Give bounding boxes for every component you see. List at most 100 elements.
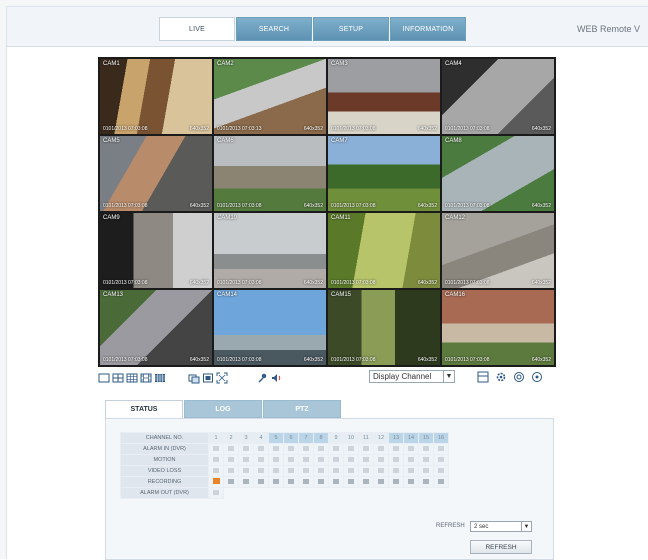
camera-tile[interactable]: CAM8 0101/2013 07:03:08 640x352 [442, 136, 554, 211]
nine-view-icon[interactable] [126, 372, 138, 384]
status-marker [438, 445, 444, 451]
status-cell [343, 454, 359, 466]
camera-name: CAM2 [217, 61, 234, 67]
camera-grid: CAM1 0101/2013 07:03:08 640x352 CAM2 0101/20… [98, 57, 556, 367]
camera-tile[interactable]: CAM4 0101/2013 07:03:08 640x352 [442, 59, 554, 134]
camera-tile[interactable]: CAM11 0101/2013 07:03:08 640x352 [328, 213, 440, 288]
camera-tile[interactable]: CAM12 0101/2013 07:03:08 640x352 [442, 213, 554, 288]
camera-tile[interactable]: CAM6 0101/2013 07:03:08 640x352 [214, 136, 326, 211]
camera-tile[interactable]: CAM2 0101/2013 07:03:13 640x352 [214, 59, 326, 134]
capture-icon[interactable] [188, 372, 200, 384]
status-marker [213, 489, 219, 495]
grid-icon[interactable] [477, 371, 489, 383]
camera-tile[interactable]: CAM1 0101/2013 07:03:08 640x352 [100, 59, 212, 134]
refresh-button[interactable]: REFRESH [470, 540, 532, 554]
status-marker [303, 445, 309, 451]
status-cell [418, 454, 434, 466]
camera-timestamp: 0101/2013 07:03:08 [445, 357, 490, 363]
status-marker [393, 445, 399, 451]
status-marker [423, 456, 429, 462]
camera-timestamp: 0101/2013 07:03:08 [445, 280, 490, 286]
status-marker [318, 456, 324, 462]
quad-view-icon[interactable] [112, 372, 124, 384]
status-cell [403, 443, 419, 455]
status-marker [348, 456, 354, 462]
channel-number: 2 [223, 432, 239, 444]
camera-resolution: 640x352 [531, 357, 551, 363]
tab-information[interactable]: INFORMATION [390, 17, 466, 41]
settings-icon[interactable] [495, 371, 507, 383]
status-cell [298, 454, 314, 466]
status-marker [243, 467, 249, 473]
audio-icon[interactable] [270, 372, 282, 384]
refresh-label: REFRESH [436, 523, 465, 529]
tab-search[interactable]: SEARCH [236, 17, 312, 41]
status-cell [253, 476, 269, 488]
status-marker [348, 478, 354, 484]
thirteen-view-icon[interactable] [140, 372, 152, 384]
status-cell [373, 476, 389, 488]
camera-tile[interactable]: CAM13 0101/2013 07:03:08 640x352 [100, 290, 212, 365]
status-marker [333, 456, 339, 462]
microphone-icon[interactable] [256, 372, 268, 384]
status-marker [378, 478, 384, 484]
status-marker [318, 445, 324, 451]
status-marker [363, 478, 369, 484]
status-marker [273, 456, 279, 462]
sixteen-view-icon[interactable] [154, 372, 166, 384]
status-marker [408, 456, 414, 462]
status-row-label: VIDEO LOSS [120, 465, 209, 477]
status-marker [258, 445, 264, 451]
recording-indicator [212, 478, 220, 484]
camera-timestamp: 0101/2013 07:03:13 [217, 126, 262, 132]
status-row-label: RECORDING [120, 476, 209, 488]
camera-resolution: 640x352 [531, 280, 551, 286]
status-marker [378, 445, 384, 451]
status-cell [283, 443, 299, 455]
tab-status[interactable]: STATUS [105, 400, 183, 418]
camera-tile[interactable]: CAM3 0101/2013 07:03:08 640x352 [328, 59, 440, 134]
status-table: CHANNEL NO. 1 2 3 4 5 6 7 8 9 10 11 12 13 14 15 16 ALARM … [120, 432, 449, 499]
camera-tile[interactable]: CAM15 0101/2013 07:03:08 640x352 [328, 290, 440, 365]
refresh-interval-value: 2 sec [474, 523, 489, 530]
status-row: VIDEO LOSS [120, 465, 449, 477]
camera-tile[interactable]: CAM5 0101/2013 07:03:08 640x352 [100, 136, 212, 211]
status-marker [303, 456, 309, 462]
status-cell [388, 476, 404, 488]
camera-timestamp: 0101/2013 07:03:08 [217, 357, 262, 363]
record-icon[interactable] [202, 372, 214, 384]
tab-live[interactable]: LIVE [159, 17, 235, 41]
status-marker [243, 478, 249, 484]
channel-number: 12 [373, 432, 389, 444]
single-view-icon[interactable] [98, 372, 110, 384]
status-marker [213, 445, 219, 451]
display-channel-select[interactable]: Display Channel ▼ [369, 370, 455, 383]
camera-tile[interactable]: CAM9 0101/2013 07:03:08 640x352 [100, 213, 212, 288]
camera-resolution: 640x352 [417, 203, 437, 209]
refresh-interval-select[interactable]: 2 sec ▼ [470, 521, 532, 532]
tab-ptz[interactable]: PTZ [263, 400, 341, 418]
camera-tile[interactable]: CAM14 0101/2013 07:03:08 640x352 [214, 290, 326, 365]
camera-timestamp: 0101/2013 07:03:08 [331, 357, 376, 363]
tab-log[interactable]: LOG [184, 400, 262, 418]
status-cell [313, 465, 329, 477]
tab-setup[interactable]: SETUP [313, 17, 389, 41]
status-marker [288, 478, 294, 484]
status-cell [358, 465, 374, 477]
fullscreen-icon[interactable] [216, 372, 228, 384]
status-cell [403, 487, 419, 499]
status-marker [333, 467, 339, 473]
camera-tile[interactable]: CAM7 0101/2013 07:03:08 640x352 [328, 136, 440, 211]
camera-tile[interactable]: CAM10 0101/2013 07:03:08 640x352 [214, 213, 326, 288]
camera-tile[interactable]: CAM16 0101/2013 07:03:08 640x352 [442, 290, 554, 365]
status-cell [433, 487, 449, 499]
status-marker [273, 445, 279, 451]
zoom-icon[interactable] [513, 371, 525, 383]
status-cell [388, 465, 404, 477]
help-icon[interactable] [531, 371, 543, 383]
status-marker [423, 478, 429, 484]
camera-resolution: 640x352 [417, 357, 437, 363]
camera-resolution: 640x352 [189, 126, 209, 132]
channel-number: 6 [283, 432, 299, 444]
status-cell [433, 443, 449, 455]
